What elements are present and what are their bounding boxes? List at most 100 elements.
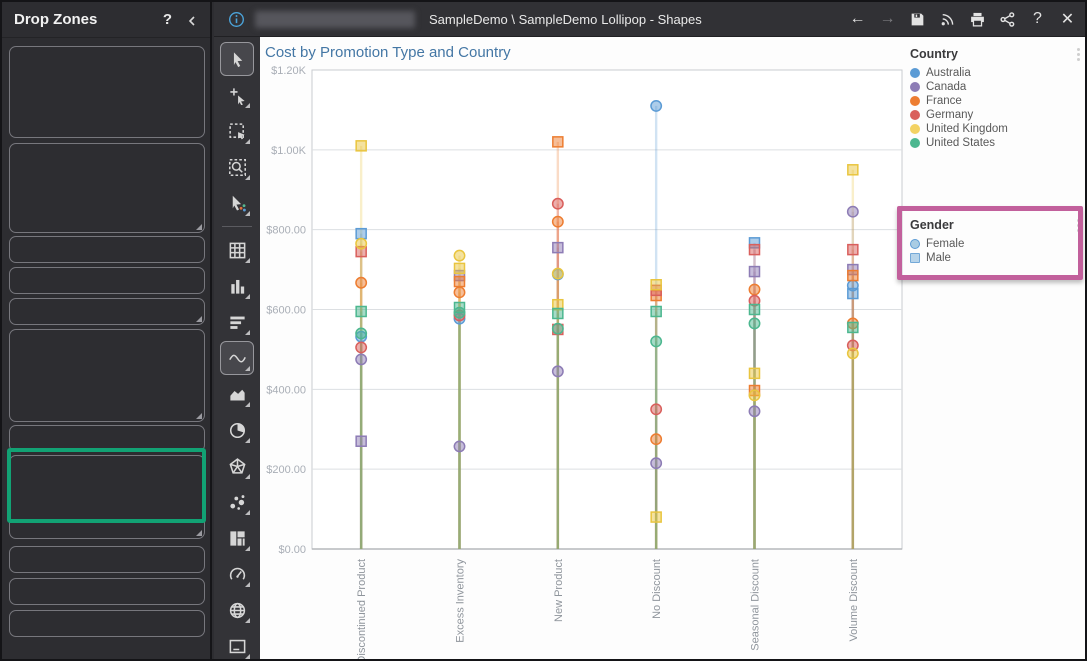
chart-point[interactable] [453, 262, 466, 275]
legend-gender-menu-icon[interactable] [1071, 217, 1085, 233]
drop-zone-tooltip[interactable] [9, 578, 205, 605]
legend-item-united-states[interactable]: United States [910, 136, 1085, 150]
chart-point[interactable] [453, 286, 466, 299]
pie-chart-tool[interactable] [220, 413, 254, 447]
chart-point[interactable] [847, 243, 859, 256]
chart-point[interactable] [453, 306, 466, 319]
chart-point[interactable] [748, 283, 761, 296]
legend-swatch [910, 138, 920, 148]
legend-item-germany[interactable]: Germany [910, 108, 1085, 122]
chart-point[interactable] [453, 275, 466, 288]
legend-item-male[interactable]: Male [910, 251, 1085, 265]
chart-point[interactable] [551, 197, 564, 210]
area-chart-icon [228, 385, 247, 404]
drop-zone-trellis-vertical[interactable] [9, 236, 205, 263]
legend-item-female[interactable]: Female [910, 237, 1085, 251]
area-chart-tool[interactable] [220, 377, 254, 411]
chart-point[interactable] [355, 341, 368, 354]
chart-point[interactable] [355, 353, 368, 366]
back-icon[interactable]: ← [848, 10, 867, 29]
treemap-tool[interactable] [220, 521, 254, 555]
collapse-panel-icon[interactable] [186, 14, 198, 26]
drop-zone-size[interactable] [9, 425, 205, 452]
chart-point[interactable] [355, 237, 368, 250]
chart-point[interactable] [551, 322, 564, 335]
legend-item-united-kingdom[interactable]: United Kingdom [910, 122, 1085, 136]
chart-point[interactable] [355, 140, 367, 152]
close-icon[interactable]: ✕ [1058, 10, 1077, 29]
print-icon[interactable] [968, 10, 987, 29]
table-view-tool[interactable] [220, 233, 254, 267]
x-category-label: Volume Discount [848, 559, 860, 642]
chart-point[interactable] [847, 287, 859, 300]
drop-zone-values[interactable] [9, 143, 205, 233]
chart-point[interactable] [551, 365, 564, 378]
chart-point[interactable] [355, 227, 367, 240]
drop-zone-categories[interactable] [9, 46, 205, 138]
chart-point[interactable] [355, 327, 368, 340]
broadcast-icon[interactable] [938, 10, 957, 29]
chart-point[interactable] [650, 511, 662, 523]
chart-point[interactable] [551, 215, 564, 228]
chart-point[interactable] [552, 307, 564, 320]
drop-zone-labels[interactable] [9, 546, 205, 573]
chart-point[interactable] [355, 276, 368, 289]
bar-chart-tool[interactable] [220, 305, 254, 339]
marquee-select-tool[interactable] [220, 114, 254, 148]
radar-chart-tool[interactable] [220, 449, 254, 483]
chart-point[interactable] [453, 249, 466, 262]
chart-point[interactable] [748, 303, 761, 316]
chart-point[interactable] [846, 347, 859, 360]
save-icon[interactable] [908, 10, 927, 29]
zoom-area-tool[interactable] [220, 150, 254, 184]
chart-point[interactable] [650, 403, 663, 416]
drop-zone-color[interactable] [9, 329, 205, 422]
chart-point[interactable] [650, 99, 663, 112]
forward-icon[interactable]: → [878, 10, 897, 29]
gauge-tool[interactable] [220, 557, 254, 591]
chart-point[interactable] [847, 269, 859, 282]
treemap-icon [228, 529, 247, 548]
card-tool[interactable] [220, 629, 254, 659]
chart-point[interactable] [748, 367, 761, 380]
chart-point[interactable] [551, 267, 564, 280]
chart-point[interactable] [552, 136, 564, 148]
chart-point[interactable] [748, 405, 761, 418]
legend-item-france[interactable]: France [910, 94, 1085, 108]
chart-point[interactable] [847, 321, 859, 334]
chart-point[interactable] [355, 435, 367, 447]
legend-item-canada[interactable]: Canada [910, 80, 1085, 94]
chart-point[interactable] [650, 335, 663, 348]
column-chart-tool[interactable] [220, 269, 254, 303]
pointer-tool[interactable] [220, 42, 254, 76]
chart-point[interactable] [453, 440, 466, 453]
chart-point[interactable] [748, 389, 761, 402]
chart-point[interactable] [650, 305, 662, 318]
drop-zone-trellis-horizontal[interactable] [9, 267, 205, 294]
chart-point[interactable] [748, 265, 761, 278]
legend-item-australia[interactable]: Australia [910, 66, 1085, 80]
info-icon[interactable] [228, 11, 245, 28]
chart-point[interactable] [650, 457, 663, 470]
legend-country-menu-icon[interactable] [1071, 46, 1085, 62]
line-chart-tool[interactable] [220, 341, 254, 375]
chart-point[interactable] [355, 305, 367, 318]
chart-point[interactable] [552, 241, 564, 254]
chart-point[interactable] [748, 243, 761, 256]
highlight-tool[interactable] [220, 186, 254, 220]
add-tool[interactable] [220, 78, 254, 112]
drop-zone-motion[interactable] [9, 610, 205, 637]
drop-zone-filters[interactable] [9, 298, 205, 325]
scatter-chart-tool[interactable] [220, 485, 254, 519]
app-window: Drop Zones ? SampleDemo \ SampleDemo Lol… [0, 0, 1087, 661]
help-icon[interactable]: ? [163, 11, 172, 28]
share-icon[interactable] [998, 10, 1017, 29]
drop-zone-shape[interactable] [9, 455, 205, 539]
help-icon[interactable]: ? [1028, 10, 1047, 29]
chart-point[interactable] [846, 205, 859, 218]
chart-point[interactable] [748, 317, 761, 330]
chart-point[interactable] [847, 164, 859, 176]
chart-point[interactable] [650, 279, 662, 291]
chart-point[interactable] [650, 433, 663, 446]
map-tool[interactable] [220, 593, 254, 627]
